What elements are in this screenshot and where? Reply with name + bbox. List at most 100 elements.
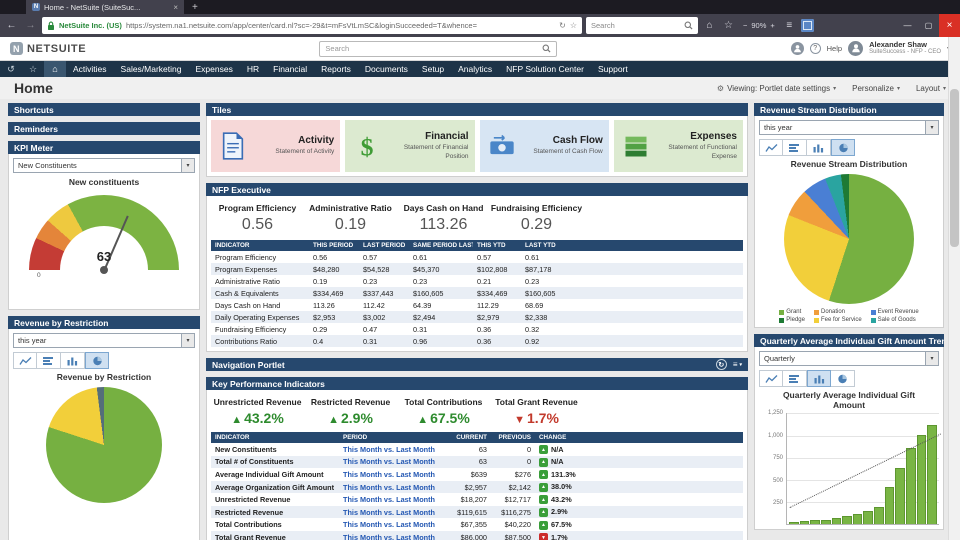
kpi-period-link[interactable]: This Month vs. Last Month xyxy=(339,531,443,540)
table-row[interactable]: Average Individual Gift AmountThis Month… xyxy=(211,468,743,481)
line-chart-icon[interactable] xyxy=(759,139,783,156)
nav-item-setup[interactable]: Setup xyxy=(415,61,451,77)
kpi-period-link[interactable]: This Month vs. Last Month xyxy=(339,493,443,506)
shortcuts-header[interactable]: Shortcuts xyxy=(8,103,200,116)
menu-button[interactable]: ≡ xyxy=(782,20,797,31)
kpi-header[interactable]: Key Performance Indicators xyxy=(206,377,748,390)
zoom-level[interactable]: 90% xyxy=(751,21,766,30)
zoom-out-button[interactable]: − xyxy=(743,21,747,30)
forward-button[interactable]: → xyxy=(23,20,38,31)
close-button[interactable]: × xyxy=(939,14,960,37)
kpi-meter-header[interactable]: KPI Meter xyxy=(8,141,200,154)
nav-item-activities[interactable]: Activities xyxy=(66,61,114,77)
global-search-input[interactable]: Search xyxy=(319,41,557,57)
back-button[interactable]: ← xyxy=(4,20,19,31)
nav-item-hr[interactable]: HR xyxy=(240,61,266,77)
column-chart-icon[interactable] xyxy=(807,139,831,156)
library-button[interactable]: ☆ xyxy=(721,20,736,31)
table-row[interactable]: Daily Operating Expenses$2,953$3,002$2,4… xyxy=(211,311,743,323)
column-chart-icon[interactable] xyxy=(807,370,831,387)
tile-cash-flow[interactable]: Cash FlowStatement of Cash Flow xyxy=(480,120,609,172)
help-link[interactable]: Help xyxy=(827,44,842,53)
site-identity-label[interactable]: NetSuite Inc. (US) xyxy=(59,21,122,30)
nav-item-analytics[interactable]: Analytics xyxy=(451,61,499,77)
url-bar[interactable]: NetSuite Inc. (US) https://system.na1.ne… xyxy=(42,17,582,34)
revenue-by-restriction-period-select[interactable]: this year ▾ xyxy=(13,333,195,348)
table-row[interactable]: Unrestricted RevenueThis Month vs. Last … xyxy=(211,493,743,506)
vertical-scrollbar[interactable] xyxy=(948,37,960,540)
table-row[interactable]: Program Efficiency0.560.570.610.570.61 xyxy=(211,251,743,263)
kpi-period-link[interactable]: This Month vs. Last Month xyxy=(339,468,443,481)
reminders-header[interactable]: Reminders xyxy=(8,122,200,135)
netsuite-logo[interactable]: N NETSUITE xyxy=(10,42,86,55)
recent-records-icon[interactable]: ↺ xyxy=(0,61,22,77)
browser-search-input[interactable]: Search xyxy=(586,17,698,34)
home-icon[interactable]: ⌂ xyxy=(44,61,66,77)
refresh-icon[interactable]: ↻ xyxy=(716,359,727,370)
roles-icon[interactable] xyxy=(791,42,804,55)
nfp-executive-header[interactable]: NFP Executive xyxy=(206,183,748,196)
table-row[interactable]: Contributions Ratio0.40.310.960.360.92 xyxy=(211,335,743,347)
maximize-button[interactable]: ▢ xyxy=(918,14,939,37)
tab-close-icon[interactable]: × xyxy=(173,3,178,12)
nav-item-sales-marketing[interactable]: Sales/Marketing xyxy=(114,61,189,77)
shortcuts-star-icon[interactable]: ☆ xyxy=(22,61,44,77)
kpi-period-link[interactable]: This Month vs. Last Month xyxy=(339,481,443,494)
tile-expenses[interactable]: ExpensesStatement of Functional Expense xyxy=(614,120,743,172)
pie-chart-icon[interactable] xyxy=(831,370,855,387)
layout-button[interactable]: Layout ▾ xyxy=(916,84,946,93)
table-row[interactable]: New ConstituentsThis Month vs. Last Mont… xyxy=(211,443,743,456)
kpi-meter-select[interactable]: New Constituents ▾ xyxy=(13,158,195,173)
kpi-period-link[interactable]: This Month vs. Last Month xyxy=(339,443,443,456)
zoom-in-button[interactable]: + xyxy=(770,21,774,30)
personalize-button[interactable]: Personalize ▾ xyxy=(852,84,900,93)
hbar-chart-icon[interactable] xyxy=(37,352,61,369)
nav-item-support[interactable]: Support xyxy=(591,61,635,77)
table-row[interactable]: Total # of ConstituentsThis Month vs. La… xyxy=(211,456,743,469)
new-tab-button[interactable]: + xyxy=(192,2,198,13)
kpi-period-link[interactable]: This Month vs. Last Month xyxy=(339,506,443,519)
line-chart-icon[interactable] xyxy=(759,370,783,387)
browser-tab[interactable]: N Home - NetSuite (SuiteSuc... × xyxy=(26,0,184,14)
table-row[interactable]: Fundraising Efficiency0.290.470.310.360.… xyxy=(211,323,743,335)
revenue-by-restriction-header[interactable]: Revenue by Restriction xyxy=(8,316,200,329)
tile-activity[interactable]: ActivityStatement of Activity xyxy=(211,120,340,172)
column-chart-icon[interactable] xyxy=(61,352,85,369)
revenue-stream-period-select[interactable]: this year ▾ xyxy=(759,120,939,135)
tiles-header[interactable]: Tiles xyxy=(206,103,748,116)
screenshot-tool-icon[interactable] xyxy=(801,19,814,32)
table-row[interactable]: Cash & Equivalents$334,469$337,443$160,6… xyxy=(211,287,743,299)
gift-trend-period-select[interactable]: Quarterly ▾ xyxy=(759,351,939,366)
minimize-button[interactable]: — xyxy=(897,14,918,37)
table-row[interactable]: Total ContributionsThis Month vs. Last M… xyxy=(211,518,743,531)
kpi-period-link[interactable]: This Month vs. Last Month xyxy=(339,518,443,531)
nav-item-expenses[interactable]: Expenses xyxy=(189,61,240,77)
pie-chart-icon[interactable] xyxy=(831,139,855,156)
help-icon[interactable]: ? xyxy=(810,43,821,54)
hbar-chart-icon[interactable] xyxy=(783,370,807,387)
hbar-chart-icon[interactable] xyxy=(783,139,807,156)
user-menu[interactable]: Alexander Shaw SuiteSuccess - NFP - CEO xyxy=(869,41,941,57)
nav-item-reports[interactable]: Reports xyxy=(314,61,358,77)
table-row[interactable]: Total Grant RevenueThis Month vs. Last M… xyxy=(211,531,743,540)
nav-item-nfp-solution-center[interactable]: NFP Solution Center xyxy=(499,61,591,77)
nav-item-documents[interactable]: Documents xyxy=(358,61,415,77)
tile-financial[interactable]: $FinancialStatement of Financial Positio… xyxy=(345,120,474,172)
gift-trend-header[interactable]: Quarterly Average Individual Gift Amount… xyxy=(754,334,944,347)
nav-item-financial[interactable]: Financial xyxy=(266,61,314,77)
home-button[interactable]: ⌂ xyxy=(702,20,717,31)
url-text[interactable]: https://system.na1.netsuite.com/app/cent… xyxy=(126,21,555,30)
navigation-portlet-header[interactable]: Navigation Portlet ↻ ≡▾ xyxy=(206,358,748,371)
line-chart-icon[interactable] xyxy=(13,352,37,369)
table-row[interactable]: Average Organization Gift AmountThis Mon… xyxy=(211,481,743,494)
table-row[interactable]: Program Expenses$48,280$54,528$45,370$10… xyxy=(211,263,743,275)
reload-icon[interactable]: ↻ xyxy=(559,21,566,30)
revenue-stream-header[interactable]: Revenue Stream Distribution xyxy=(754,103,944,116)
table-row[interactable]: Days Cash on Hand113.26112.4264.39112.29… xyxy=(211,299,743,311)
table-row[interactable]: Administrative Ratio0.190.230.230.210.23 xyxy=(211,275,743,287)
kpi-period-link[interactable]: This Month vs. Last Month xyxy=(339,456,443,469)
pie-chart-icon[interactable] xyxy=(85,352,109,369)
portlet-menu-icon[interactable]: ≡▾ xyxy=(733,360,742,369)
scrollbar-thumb[interactable] xyxy=(950,89,959,247)
viewing-settings-button[interactable]: ⚙ Viewing: Portlet date settings ▾ xyxy=(717,84,836,93)
